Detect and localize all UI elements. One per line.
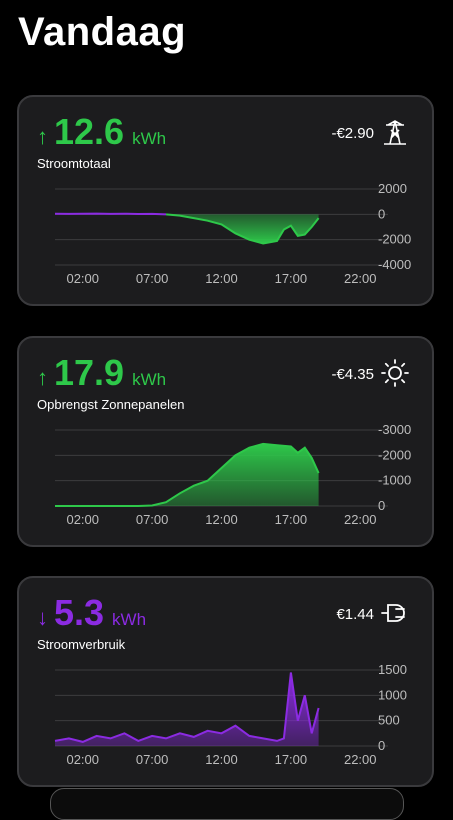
consumption-unit: kWh xyxy=(112,610,147,629)
y-tick-label: 0 xyxy=(378,738,385,753)
y-tick-label: 2000 xyxy=(378,181,407,196)
grid-total-cost: -€2.90 xyxy=(331,125,374,142)
page-title: Vandaag xyxy=(18,10,187,54)
x-tick-label: 02:00 xyxy=(66,512,99,527)
y-tick-label: 500 xyxy=(378,713,400,728)
sun-icon xyxy=(381,359,409,387)
x-tick-label: 07:00 xyxy=(136,512,169,527)
x-tick-label: 02:00 xyxy=(66,752,99,767)
power-pylon-icon xyxy=(384,120,406,145)
grid-total-unit: kWh xyxy=(132,129,167,148)
solar-yield-card[interactable]: ↑ 17.9 kWh Opbrengst Zonnepanelen -€4.35… xyxy=(17,336,434,547)
x-tick-label: 07:00 xyxy=(136,271,169,286)
series-line-import xyxy=(54,212,167,216)
series-area xyxy=(55,443,319,506)
x-tick-label: 17:00 xyxy=(275,512,308,527)
consumption-value: 5.3 xyxy=(54,592,105,633)
grid-total-card[interactable]: ↑ 12.6 kWh Stroomtotaal -€2.90 2000 0 -200… xyxy=(17,95,434,306)
y-tick-label: 1500 xyxy=(378,662,407,677)
x-tick-label: 22:00 xyxy=(344,512,377,527)
x-tick-label: 17:00 xyxy=(275,752,308,767)
y-tick-label: 1000 xyxy=(378,687,407,702)
bottom-navigation-bar[interactable] xyxy=(50,788,404,820)
solar-yield-unit: kWh xyxy=(132,370,167,389)
chart-gridlines xyxy=(55,188,388,266)
x-tick-label: 17:00 xyxy=(275,271,308,286)
x-tick-label: 02:00 xyxy=(66,271,99,286)
solar-yield-chart: -3000 -2000 -1000 0 02:00 07:00 12:00 17:00 22:0… xyxy=(55,422,411,527)
x-tick-label: 22:00 xyxy=(344,752,377,767)
solar-yield-value: 17.9 xyxy=(54,352,125,393)
grid-total-headline: ↑ 12.6 kWh xyxy=(37,111,166,153)
consumption-label: Stroomverbruik xyxy=(37,637,126,652)
consumption-cost: €1.44 xyxy=(336,606,374,623)
arrow-up-icon: ↑ xyxy=(37,365,48,390)
solar-yield-cost: -€4.35 xyxy=(331,366,374,383)
series-line xyxy=(54,672,320,743)
consumption-chart: 1500 1000 500 0 02:00 07:00 12:00 17:00 22:00 xyxy=(54,662,407,767)
plug-icon xyxy=(381,604,405,622)
y-tick-label: 0 xyxy=(378,498,385,513)
arrow-up-icon: ↑ xyxy=(37,124,48,149)
grid-total-label: Stroomtotaal xyxy=(37,156,111,171)
x-tick-label: 22:00 xyxy=(344,271,377,286)
y-tick-label: 0 xyxy=(378,206,385,221)
x-tick-label: 12:00 xyxy=(205,752,238,767)
y-tick-label: -4000 xyxy=(378,257,411,272)
y-tick-label: -2000 xyxy=(378,232,411,247)
y-tick-label: -1000 xyxy=(378,473,411,488)
x-tick-label: 12:00 xyxy=(205,512,238,527)
y-tick-label: -3000 xyxy=(378,422,411,437)
arrow-down-icon: ↓ xyxy=(37,605,48,630)
grid-total-value: 12.6 xyxy=(54,111,125,152)
solar-yield-label: Opbrengst Zonnepanelen xyxy=(37,397,185,412)
consumption-headline: ↓ 5.3 kWh xyxy=(37,592,146,634)
consumption-card[interactable]: ↓ 5.3 kWh Stroomverbruik €1.44 1500 1000 5… xyxy=(17,576,434,787)
x-tick-label: 07:00 xyxy=(136,752,169,767)
grid-total-chart: 2000 0 -2000 -4000 02:00 07:00 12:00 17:00 22:00 xyxy=(54,181,411,286)
solar-yield-headline: ↑ 17.9 kWh xyxy=(37,352,166,394)
y-tick-label: -2000 xyxy=(378,447,411,462)
x-tick-label: 12:00 xyxy=(205,271,238,286)
